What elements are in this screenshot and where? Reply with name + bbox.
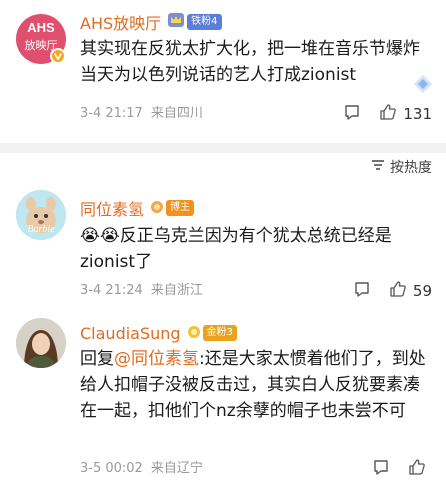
emoji-crying: 😭😭: [80, 226, 120, 246]
comment-date: 3-4 21:24: [80, 283, 143, 298]
comment-location: 来自四川: [150, 106, 203, 121]
comment-location: 来自浙江: [150, 283, 203, 298]
comment-text: 😭😭反正乌克兰因为有个犹太总统已经是zionist了: [80, 223, 436, 275]
comment-meta: 3-5 00:02 来自辽宁: [80, 459, 203, 479]
reply-button[interactable]: [372, 458, 390, 480]
comment-date: 3-5 00:02: [80, 461, 143, 476]
like-button[interactable]: [408, 458, 432, 480]
reply-prefix: 回复: [80, 349, 114, 369]
avatar-image: [16, 318, 66, 368]
mention-link[interactable]: @同位素氢: [114, 349, 199, 369]
comment-meta: 3-4 21:24 来自浙江: [80, 281, 203, 301]
like-icon: [379, 103, 397, 125]
like-icon: [389, 280, 407, 302]
crown-icon: [167, 12, 185, 32]
like-button[interactable]: 59: [389, 280, 432, 302]
comment-actions: [372, 458, 432, 480]
comment-date: 3-4 21:17: [80, 106, 143, 121]
like-count: 59: [412, 282, 432, 300]
like-icon: [408, 458, 426, 480]
comment-text: 其实现在反犹太扩大化，把一堆在音乐节爆炸当天为以色列说话的艺人打成zionist: [80, 39, 420, 85]
comment-icon: [343, 103, 361, 125]
comment-actions: 59: [353, 280, 432, 302]
sticker-icon: [412, 73, 434, 99]
verified-icon: [50, 48, 66, 64]
comment-actions: 131: [343, 103, 432, 125]
comment-icon: [353, 280, 371, 302]
gold-medal-icon: [187, 323, 201, 343]
like-count: 131: [403, 105, 432, 123]
sort-button[interactable]: 按热度: [370, 157, 432, 177]
fan-badge: 铁粉4: [187, 14, 222, 30]
section-divider: [0, 143, 446, 153]
comment-text: 回复@同位素氢:还是大家太惯着他们了，到处给人扣帽子没被反击过，其实白人反犹要素…: [80, 346, 436, 424]
username[interactable]: 同位素氢: [80, 196, 144, 220]
sort-icon: [370, 158, 390, 176]
reply-button[interactable]: [353, 280, 371, 302]
like-button[interactable]: 131: [379, 103, 432, 125]
avatar-text-line1: AHS: [27, 20, 55, 35]
username[interactable]: AHS放映厅: [80, 10, 161, 34]
sort-label: 按热度: [390, 160, 432, 176]
avatar[interactable]: [16, 318, 66, 368]
avatar-text: Barbie: [27, 224, 55, 235]
comment-icon: [372, 458, 390, 480]
username[interactable]: ClaudiaSung: [80, 324, 181, 343]
reply-button[interactable]: [343, 103, 361, 125]
comment-meta: 3-4 21:17 来自四川: [80, 104, 203, 124]
comment-text-body: 反正乌克兰因为有个犹太总统已经是zionist了: [80, 226, 392, 272]
comment-location: 来自辽宁: [150, 461, 203, 476]
avatar[interactable]: Barbie: [16, 190, 66, 240]
fan-badge: 博主: [166, 200, 195, 216]
fan-badge: 金粉3: [202, 325, 237, 341]
bronze-medal-icon: [150, 198, 164, 218]
